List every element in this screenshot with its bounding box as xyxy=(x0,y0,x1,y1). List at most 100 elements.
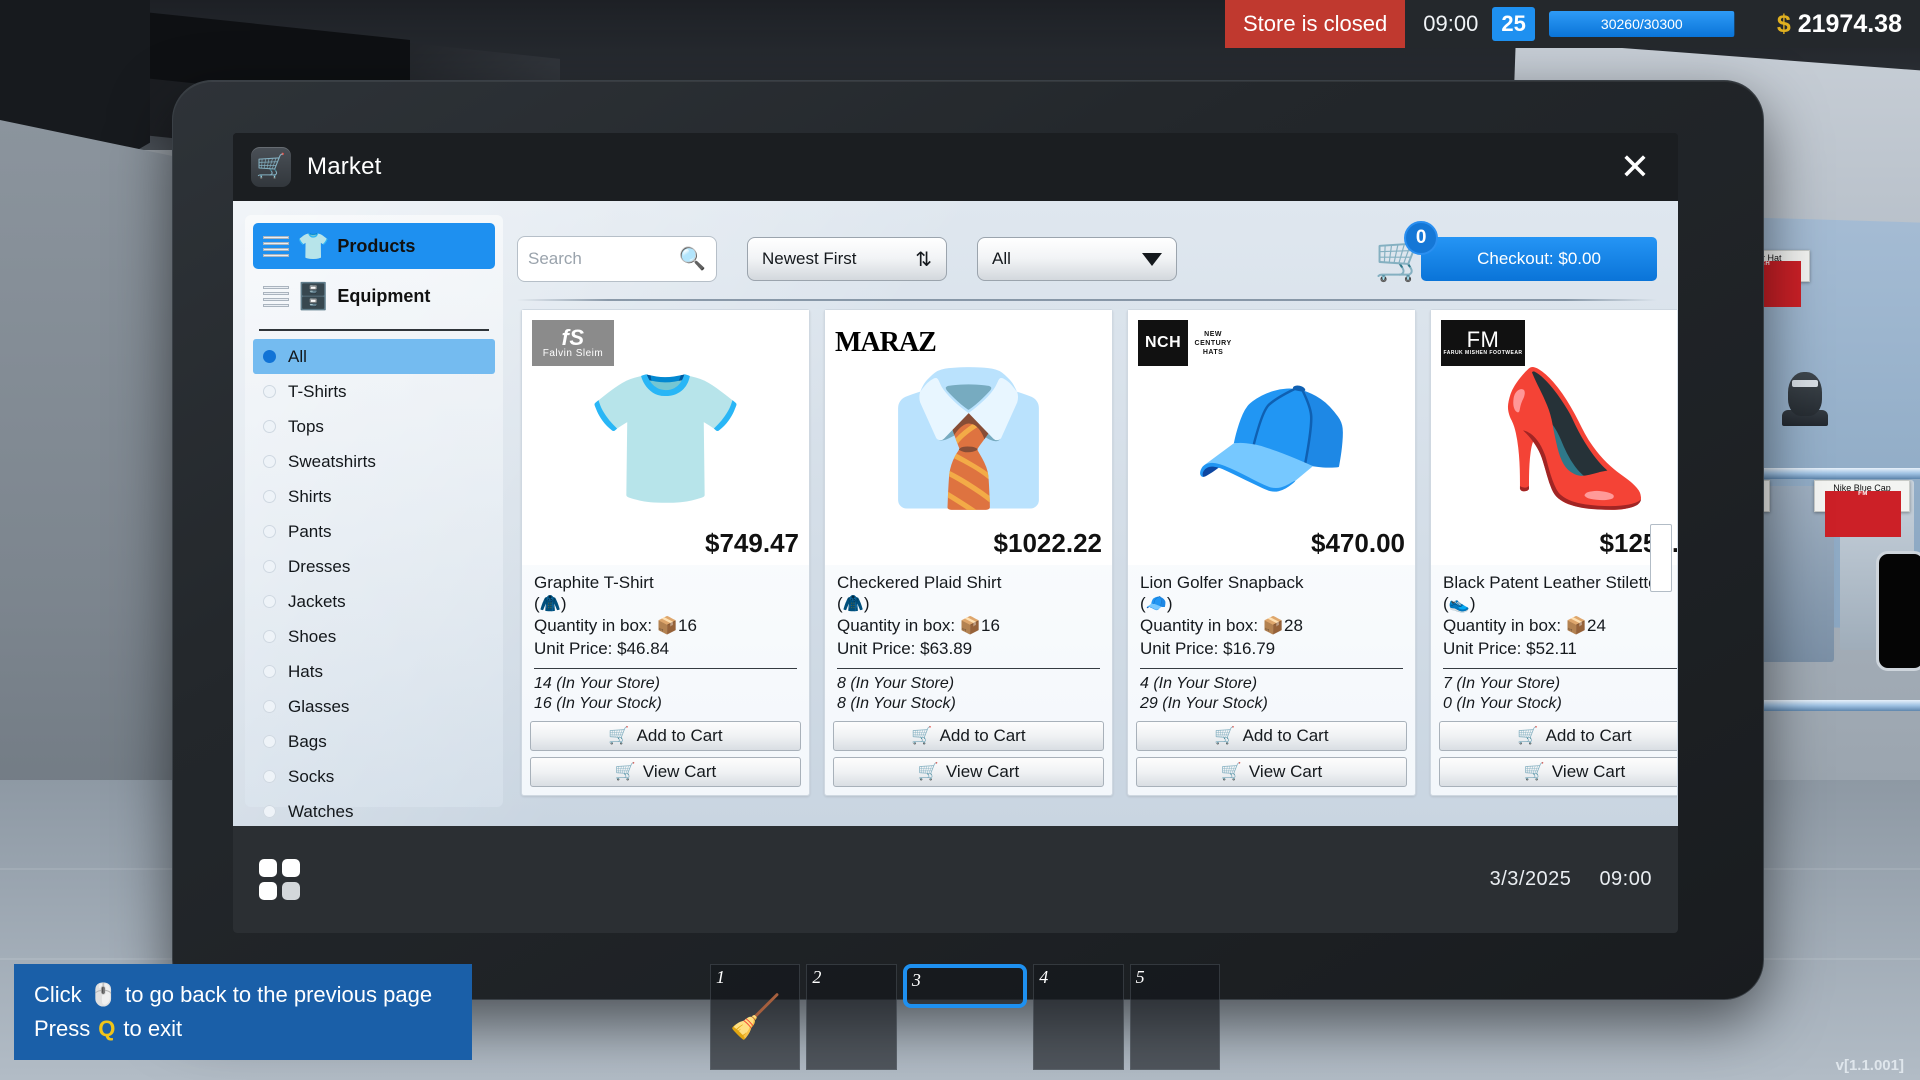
product-unit-price: Unit Price: $16.79 xyxy=(1140,638,1276,658)
view-cart-button[interactable]: 🛒 View Cart xyxy=(1439,757,1677,788)
in-stock-count: 8 (In Your Stock) xyxy=(837,695,956,713)
product-price: $749.47 xyxy=(705,528,799,558)
category-item-watches[interactable]: Watches xyxy=(253,794,495,829)
brand-logo: FM FARUK MISHEN FOOTWEAR xyxy=(1441,320,1525,366)
hotbar-slot-5[interactable]: 5 xyxy=(1129,964,1221,1070)
apps-grid-icon[interactable] xyxy=(259,859,300,900)
magnifier-icon[interactable]: 🔍 xyxy=(679,246,706,272)
radio-icon xyxy=(263,735,276,748)
product-card[interactable]: FM FARUK MISHEN FOOTWEAR 👠 $1250.53 Blac… xyxy=(1430,309,1677,797)
qty-value: 16 xyxy=(981,615,1000,635)
card-divider xyxy=(1443,667,1677,669)
product-name: Black Patent Leather Stiletto xyxy=(1443,573,1658,592)
view-cart-button[interactable]: 🛒 View Cart xyxy=(833,757,1104,788)
shelf-icon: 🗄️ xyxy=(297,281,330,311)
hint-suffix: to exit xyxy=(123,1015,183,1041)
hotbar-slot-1[interactable]: 1 🧹 xyxy=(710,964,801,1070)
add-to-cart-button[interactable]: 🛒 Add to Cart xyxy=(1439,721,1677,752)
product-info: Black Patent Leather Stiletto (👟) Quanti… xyxy=(1431,565,1677,661)
scrollbar-track[interactable] xyxy=(1650,309,1672,807)
category-item-tops[interactable]: Tops xyxy=(253,409,495,444)
qty-label: Quantity in box: xyxy=(837,615,956,635)
view-cart-button[interactable]: 🛒 View Cart xyxy=(530,757,801,788)
hint-key: Q xyxy=(98,1015,116,1041)
shopping-cart-icon: 🛒 xyxy=(917,762,939,782)
hotbar-slot-4[interactable]: 4 xyxy=(1033,964,1124,1070)
game-hud: Store is closed 09:00 25 30260/30300 $ 2… xyxy=(1224,0,1920,48)
sort-dropdown[interactable]: Newest First ⇅ xyxy=(747,237,947,281)
product-image: fS Falvin Sleim 👕 $749.47 xyxy=(522,310,809,565)
product-name: Graphite T-Shirt xyxy=(534,573,654,592)
product-stock: 8 (In Your Store) 8 (In Your Stock) xyxy=(825,674,1112,716)
category-item-tshirts[interactable]: T-Shirts xyxy=(253,374,495,409)
list-lines-icon xyxy=(263,285,289,307)
brand-logo: NCH NEW CENTURY HATS xyxy=(1138,320,1238,366)
sidebar-item-equipment[interactable]: 🗄️ Equipment xyxy=(253,273,495,319)
add-to-cart-button[interactable]: 🛒 Add to Cart xyxy=(1136,721,1407,752)
radio-icon xyxy=(263,455,276,468)
category-item-dresses[interactable]: Dresses xyxy=(253,549,495,584)
category-item-hats[interactable]: Hats xyxy=(253,654,495,689)
category-list: All T-Shirts Tops Sweatshirts Shirts Pan… xyxy=(253,339,495,864)
product-stock: 4 (In Your Store) 29 (In Your Stock) xyxy=(1128,674,1415,716)
in-store-count: 7 (In Your Store) xyxy=(1443,674,1561,692)
product-card[interactable]: fS Falvin Sleim 👕 $749.47 Graphite T-Shi… xyxy=(521,309,810,797)
product-stock: 7 (In Your Store) 0 (In Your Stock) xyxy=(1431,674,1677,716)
category-item-all[interactable]: All xyxy=(253,339,495,374)
in-store-count: 4 (In Your Store) xyxy=(1140,674,1258,692)
category-item-pants[interactable]: Pants xyxy=(253,514,495,549)
cart-count-badge: 0 xyxy=(1404,221,1439,255)
sidebar-item-products[interactable]: 👕 Products xyxy=(253,223,495,269)
category-item-glasses[interactable]: Glasses xyxy=(253,689,495,724)
product-category-icon: (🧥) xyxy=(837,593,870,613)
product-unit-price: Unit Price: $52.11 xyxy=(1443,638,1577,658)
category-item-shoes[interactable]: Shoes xyxy=(253,619,495,654)
category-item-socks[interactable]: Socks xyxy=(253,759,495,794)
high-heel-icon: 👠 xyxy=(1493,364,1656,511)
product-price: $470.00 xyxy=(1311,528,1405,558)
product-grid: fS Falvin Sleim 👕 $749.47 Graphite T-Shi… xyxy=(517,309,1677,807)
scrollbar-thumb[interactable] xyxy=(1650,524,1672,592)
hotbar-slot-2[interactable]: 2 xyxy=(806,964,897,1070)
category-label: Dresses xyxy=(288,556,351,576)
product-unit-price: Unit Price: $63.89 xyxy=(837,638,973,658)
cart-plus-icon: 🛒 xyxy=(911,726,933,746)
category-item-jackets[interactable]: Jackets xyxy=(253,584,495,619)
hint-tooltip: Click 🖱️ to go back to the previous page… xyxy=(14,963,472,1060)
shopping-cart-icon: 🛒 xyxy=(614,762,636,782)
add-to-cart-button[interactable]: 🛒 Add to Cart xyxy=(530,721,801,752)
add-to-cart-label: Add to Cart xyxy=(636,726,723,746)
currency-icon: $ xyxy=(1776,9,1791,38)
category-item-shirts[interactable]: Shirts xyxy=(253,479,495,514)
toolbar-divider xyxy=(517,299,1657,301)
sort-value: Newest First xyxy=(762,249,857,268)
category-item-bags[interactable]: Bags xyxy=(253,724,495,759)
search-box[interactable]: 🔍 xyxy=(517,236,717,282)
hanger-icon: 🧥 xyxy=(842,593,864,613)
inventory-hotbar: 1 🧹 2 3 4 5 xyxy=(710,964,1221,1070)
monitor-power-button[interactable] xyxy=(1876,551,1920,671)
category-item-sweatshirts[interactable]: Sweatshirts xyxy=(253,444,495,479)
view-cart-button[interactable]: 🛒 View Cart xyxy=(1136,757,1407,788)
product-qty: Quantity in box: 📦16 xyxy=(837,615,1100,638)
search-input[interactable] xyxy=(528,249,678,269)
hotbar-slot-3[interactable]: 3 xyxy=(902,964,1028,1008)
box-icon: 📦 xyxy=(959,615,982,635)
view-cart-label: View Cart xyxy=(1248,762,1323,782)
filter-dropdown[interactable]: All xyxy=(977,237,1177,281)
chevron-down-icon xyxy=(1142,252,1162,266)
product-card[interactable]: NCH NEW CENTURY HATS 🧢 $470.00 Lion Golf… xyxy=(1127,309,1416,797)
checkout-button[interactable]: Checkout: $0.00 xyxy=(1421,237,1657,281)
radio-icon xyxy=(263,770,276,783)
add-to-cart-button[interactable]: 🛒 Add to Cart xyxy=(833,721,1104,752)
hint-line-2: Press Q to exit xyxy=(34,1012,452,1046)
category-label: Jackets xyxy=(288,591,346,611)
sidebar: 👕 Products 🗄️ Equipment All T-Shirts Top… xyxy=(245,215,503,856)
product-card[interactable]: MARAZ 👔 $1022.22 Checkered Plaid Shirt (… xyxy=(824,309,1113,797)
brand-line2: NEW CENTURY HATS xyxy=(1188,320,1238,366)
qty-label: Quantity in box: xyxy=(1443,615,1562,635)
cart-plus-icon: 🛒 xyxy=(608,726,630,746)
close-icon[interactable]: ✕ xyxy=(1614,147,1656,189)
sidebar-divider xyxy=(259,329,489,331)
radio-icon xyxy=(263,700,276,713)
